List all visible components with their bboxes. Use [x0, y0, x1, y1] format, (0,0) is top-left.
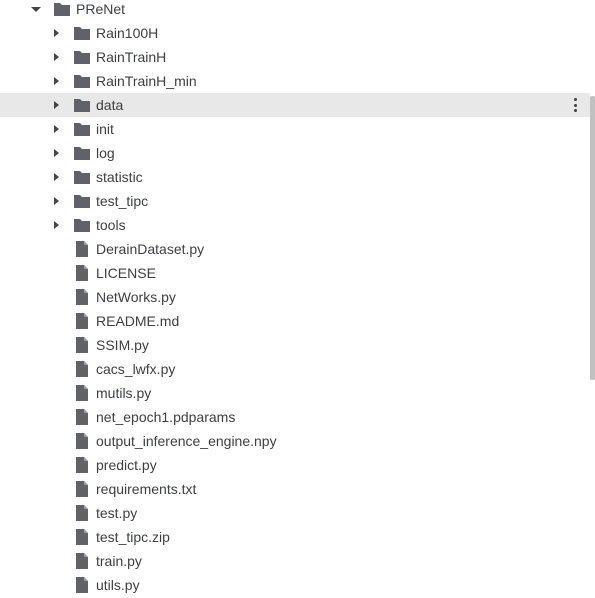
- folder-icon: [74, 123, 90, 136]
- tree-file-license[interactable]: LICENSE: [0, 261, 590, 285]
- file-icon: [76, 481, 88, 497]
- tree-item-label: test_tipc.zip: [96, 529, 170, 545]
- caret-right-icon[interactable]: [51, 28, 61, 38]
- tree-file-predict-py[interactable]: predict.py: [0, 453, 590, 477]
- tree-folder-log[interactable]: log: [0, 141, 590, 165]
- tree-item-label: output_inference_engine.npy: [96, 433, 277, 449]
- tree-item-label: test.py: [96, 505, 138, 521]
- vertical-scrollbar[interactable]: [590, 96, 595, 380]
- file-icon: [76, 529, 88, 545]
- tree-item-label: PReNet: [76, 1, 126, 17]
- tree-item-label: NetWorks.py: [96, 289, 176, 305]
- caret-right-icon[interactable]: [51, 220, 61, 230]
- caret-right-icon[interactable]: [51, 100, 61, 110]
- folder-icon: [74, 51, 90, 64]
- file-icon: [76, 289, 88, 305]
- tree-file-mutils-py[interactable]: mutils.py: [0, 381, 590, 405]
- tree-item-label: log: [96, 145, 115, 161]
- file-icon: [76, 265, 88, 281]
- tree-item-label: requirements.txt: [96, 481, 197, 497]
- caret-right-icon[interactable]: [51, 196, 61, 206]
- tree-file-net-epoch1-pdparams[interactable]: net_epoch1.pdparams: [0, 405, 590, 429]
- tree-item-label: Rain100H: [96, 25, 159, 41]
- tree-item-label: RainTrainH: [96, 49, 167, 65]
- caret-right-icon[interactable]: [51, 148, 61, 158]
- tree-root-prenet[interactable]: PReNet: [0, 0, 590, 21]
- caret-right-icon[interactable]: [51, 124, 61, 134]
- tree-file-ssim-py[interactable]: SSIM.py: [0, 333, 590, 357]
- caret-right-icon[interactable]: [51, 52, 61, 62]
- file-icon: [76, 553, 88, 569]
- folder-icon: [74, 99, 90, 112]
- folder-icon: [74, 219, 90, 232]
- tree-item-label: net_epoch1.pdparams: [96, 409, 236, 425]
- tree-item-label: cacs_lwfx.py: [96, 361, 176, 377]
- tree-item-label: predict.py: [96, 457, 157, 473]
- tree-file-utils-py[interactable]: utils.py: [0, 573, 590, 597]
- file-icon: [76, 409, 88, 425]
- file-icon: [76, 313, 88, 329]
- tree-item-label: SSIM.py: [96, 337, 149, 353]
- folder-icon: [74, 171, 90, 184]
- tree-folder-raintrainh[interactable]: RainTrainH: [0, 45, 590, 69]
- tree-file-readme-md[interactable]: README.md: [0, 309, 590, 333]
- more-vert-icon[interactable]: [572, 96, 578, 114]
- tree-item-label: statistic: [96, 169, 143, 185]
- tree-item-label: mutils.py: [96, 385, 152, 401]
- file-tree: PReNet Rain100H RainTrainH RainTrainH_mi…: [0, 0, 595, 598]
- folder-icon: [74, 75, 90, 88]
- file-icon: [76, 361, 88, 377]
- caret-right-icon[interactable]: [51, 172, 61, 182]
- folder-icon: [54, 3, 70, 16]
- tree-file-deraindataset-py[interactable]: DerainDataset.py: [0, 237, 590, 261]
- tree-item-label: README.md: [96, 313, 180, 329]
- tree-item-label: data: [96, 97, 124, 113]
- tree-file-test-py[interactable]: test.py: [0, 501, 590, 525]
- tree-item-label: init: [96, 121, 114, 137]
- tree-folder-tools[interactable]: tools: [0, 213, 590, 237]
- tree-file-cacs-lwfx-py[interactable]: cacs_lwfx.py: [0, 357, 590, 381]
- file-icon: [76, 433, 88, 449]
- tree-item-label: tools: [96, 217, 126, 233]
- file-icon: [76, 457, 88, 473]
- file-icon: [76, 577, 88, 593]
- tree-item-label: RainTrainH_min: [96, 73, 197, 89]
- tree-item-label: utils.py: [96, 577, 140, 593]
- tree-file-networks-py[interactable]: NetWorks.py: [0, 285, 590, 309]
- tree-file-train-py[interactable]: train.py: [0, 549, 590, 573]
- tree-item-label: test_tipc: [96, 193, 149, 209]
- tree-item-label: LICENSE: [96, 265, 156, 281]
- caret-right-icon[interactable]: [51, 76, 61, 86]
- file-icon: [76, 505, 88, 521]
- tree-file-test-tipc-zip[interactable]: test_tipc.zip: [0, 525, 590, 549]
- tree-file-requirements-txt[interactable]: requirements.txt: [0, 477, 590, 501]
- tree-folder-statistic[interactable]: statistic: [0, 165, 590, 189]
- folder-icon: [74, 147, 90, 160]
- tree-folder-rain100h[interactable]: Rain100H: [0, 21, 590, 45]
- file-icon: [76, 385, 88, 401]
- tree-item-label: train.py: [96, 553, 142, 569]
- tree-folder-data[interactable]: data: [0, 93, 590, 117]
- tree-folder-raintrainh-min[interactable]: RainTrainH_min: [0, 69, 590, 93]
- file-icon: [76, 337, 88, 353]
- tree-folder-init[interactable]: init: [0, 117, 590, 141]
- tree-item-label: DerainDataset.py: [96, 241, 205, 257]
- caret-down-icon[interactable]: [31, 4, 41, 14]
- folder-icon: [74, 195, 90, 208]
- tree-file-output-inference-engine-npy[interactable]: output_inference_engine.npy: [0, 429, 590, 453]
- folder-icon: [74, 27, 90, 40]
- file-icon: [76, 241, 88, 257]
- tree-folder-test-tipc[interactable]: test_tipc: [0, 189, 590, 213]
